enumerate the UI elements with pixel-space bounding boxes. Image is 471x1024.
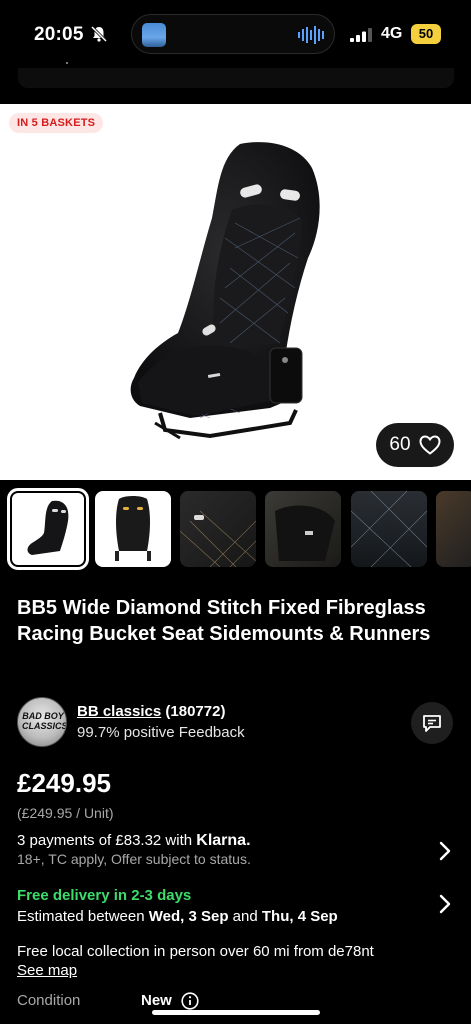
seller-name-link[interactable]: BB classics — [77, 703, 161, 720]
signal-icon — [350, 28, 372, 42]
klarna-text: 3 payments of £83.32 with — [17, 832, 193, 849]
estimate-date-to: Thu, 4 Sep — [261, 908, 338, 925]
thumbnail-2[interactable] — [95, 491, 171, 567]
seller-feedback: 99.7% positive Feedback — [77, 724, 245, 741]
thumbnail-5[interactable] — [351, 491, 427, 567]
collection-info: Free local collection in person over 60 … — [17, 943, 374, 960]
unit-price: (£249.95 / Unit) — [17, 805, 114, 821]
thumbnail-4-image — [275, 505, 335, 561]
klarna-terms: 18+, TC apply, Offer subject to status. — [17, 851, 251, 867]
status-time: 20:05 — [34, 24, 84, 45]
thumbnail-1-image — [27, 500, 69, 555]
now-playing-artwork — [142, 23, 166, 47]
heart-icon — [419, 435, 441, 455]
thumbnail-5-image — [351, 491, 427, 567]
seller-avatar[interactable]: BAD BOY CLASSICS — [17, 697, 67, 747]
chevron-right-icon[interactable] — [438, 893, 452, 915]
klarna-logo: Klarna. — [196, 832, 251, 849]
dynamic-island[interactable] — [131, 14, 335, 54]
thumbnail-6[interactable] — [436, 491, 471, 567]
bucket-seat-image[interactable] — [120, 138, 335, 448]
condition-label: Condition — [17, 992, 81, 1009]
status-bar: 20:05 4G 50 — [0, 0, 471, 68]
contact-seller-button[interactable] — [411, 702, 453, 744]
product-image-gallery[interactable]: IN 5 BASKETS 60 — [0, 104, 471, 480]
thumbnail-1[interactable] — [7, 488, 89, 570]
collapsed-search-bar[interactable] — [18, 68, 454, 88]
chevron-right-icon[interactable] — [438, 840, 452, 862]
search-bar-fragment — [66, 62, 68, 64]
audio-wave-icon — [298, 26, 324, 44]
condition-value: New — [141, 992, 172, 1009]
watch-count: 60 — [389, 434, 411, 455]
seller-info[interactable]: BB classics (180772) — [77, 703, 225, 720]
seller-score: (180772) — [165, 703, 226, 720]
thumbnail-2-image — [115, 496, 151, 561]
thumbnail-4[interactable] — [265, 491, 341, 567]
thumbnail-strip[interactable] — [0, 488, 471, 572]
estimate-date-from: Wed, 3 Sep — [148, 908, 229, 925]
in-baskets-badge: IN 5 BASKETS — [9, 113, 104, 133]
watchlist-button[interactable]: 60 — [376, 423, 454, 467]
listing-title: BB5 Wide Diamond Stitch Fixed Fibreglass… — [17, 597, 431, 645]
message-icon — [423, 715, 441, 732]
price: £249.95 — [17, 768, 111, 798]
thumbnail-3-image — [180, 510, 256, 567]
delivery-estimate: Estimated between Wed, 3 Sep and Thu, 4 … — [17, 908, 338, 925]
see-map-link[interactable]: See map — [17, 962, 77, 979]
klarna-offer[interactable]: 3 payments of £83.32 with Klarna. — [17, 832, 251, 850]
thumbnail-3[interactable] — [180, 491, 256, 567]
battery-indicator: 50 — [411, 24, 441, 44]
estimate-prefix: Estimated between — [17, 908, 149, 925]
bell-muted-icon — [90, 25, 108, 43]
delivery-headline: Free delivery in 2-3 days — [17, 887, 192, 904]
info-icon[interactable] — [181, 992, 199, 1010]
avatar-logo-text: BAD BOY CLASSICS — [22, 711, 67, 731]
home-indicator[interactable] — [152, 1010, 320, 1015]
network-label: 4G — [381, 25, 403, 42]
estimate-mid: and — [228, 908, 262, 925]
